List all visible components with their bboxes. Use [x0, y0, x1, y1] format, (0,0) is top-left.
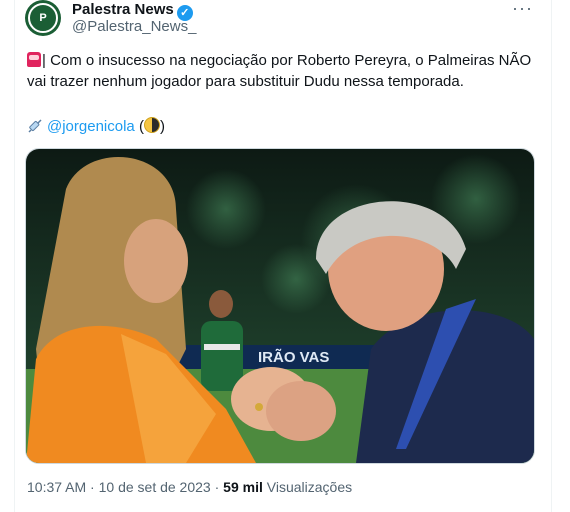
- half-moon-icon: [143, 117, 160, 133]
- tweet-body: | Com o insucesso na negociação por Robe…: [27, 52, 532, 90]
- account-handle[interactable]: @Palestra_News_: [72, 17, 196, 37]
- syringe-icon: [28, 119, 42, 133]
- meta-separator-1: ·: [90, 479, 95, 495]
- tweet-photo[interactable]: IRÃO VAS: [25, 148, 535, 464]
- tweet-credit: @jorgenicola (): [27, 116, 165, 137]
- tweet-meta: 10:37 AM · 10 de set de 2023 · 59 mil Vi…: [27, 478, 352, 496]
- stadium-banner: IRÃO VAS: [258, 348, 329, 366]
- display-name-text[interactable]: Palestra News: [72, 1, 174, 18]
- views-label: Visualizações: [266, 479, 353, 495]
- photo-image: IRÃO VAS: [26, 149, 534, 463]
- tweet-date[interactable]: 10 de set de 2023: [99, 479, 211, 495]
- meta-separator-2: ·: [214, 479, 220, 495]
- views-count: 59 mil: [223, 479, 263, 495]
- mention-link[interactable]: @jorgenicola: [47, 118, 135, 135]
- avatar[interactable]: P: [25, 0, 61, 36]
- tweet-text: | Com o insucesso na negociação por Robe…: [27, 50, 537, 92]
- palmeiras-crest-icon: P: [28, 3, 58, 33]
- credit-paren-close: ): [159, 118, 165, 135]
- more-options-icon[interactable]: ···: [512, 0, 533, 19]
- tweet-time[interactable]: 10:37 AM: [27, 479, 86, 495]
- siren-icon: [27, 52, 41, 67]
